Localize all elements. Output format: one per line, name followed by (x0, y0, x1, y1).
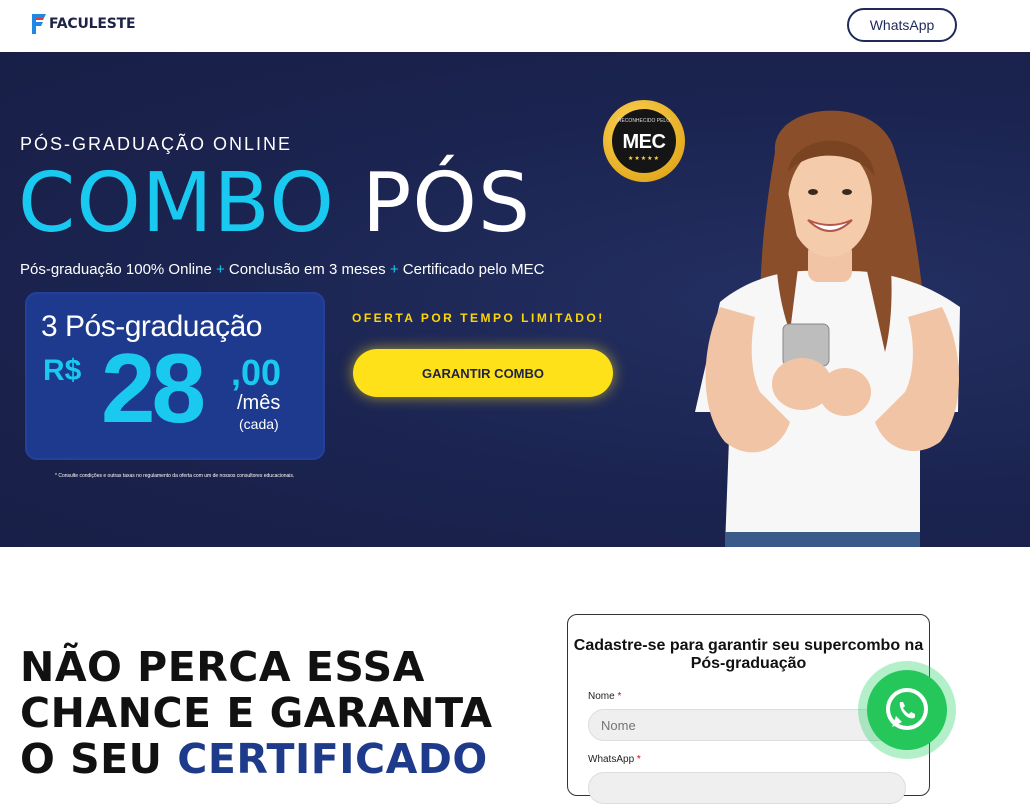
hero-headline: COMBO PÓS (18, 154, 531, 254)
mec-badge-text: MEC (622, 131, 666, 153)
form-title: Cadastre-se para garantir seu supercombo… (573, 637, 924, 672)
top-header: FACULESTE WhatsApp (0, 0, 1030, 52)
whatsapp-icon (886, 688, 928, 730)
price-integer: 28 (101, 333, 206, 443)
garantir-combo-button[interactable]: GARANTIR COMBO (353, 349, 613, 397)
whatsapp-label: WhatsApp * (588, 754, 641, 765)
whatsapp-float-button[interactable] (858, 661, 956, 759)
offer-label: OFERTA POR TEMPO LIMITADO! (352, 311, 605, 325)
whatsapp-input[interactable] (588, 772, 906, 804)
headline-combo: COMBO (18, 156, 335, 251)
mec-stars: ★★★★★ (628, 156, 660, 162)
logo-text: FACULESTE (49, 16, 136, 32)
price-currency: R$ (43, 354, 82, 387)
name-label: Nome * (588, 691, 622, 702)
site-logo[interactable]: FACULESTE (32, 14, 136, 34)
price-each: (cada) (239, 416, 279, 432)
hero-subtitle: Pós-graduação 100% Online + Conclusão em… (20, 261, 545, 278)
hero-banner: PÓS-GRADUAÇÃO ONLINE COMBO PÓS Pós-gradu… (0, 52, 1030, 547)
price-decimal: ,00 (231, 352, 282, 393)
section-heading: NÃO PERCA ESSA CHANCE E GARANTA O SEU CE… (20, 643, 493, 783)
mec-badge: RECONHECIDO PELO MEC ★★★★★ (603, 100, 685, 182)
price-card: 3 Pós-graduação R$ 28 ,00 /mês (cada) (25, 292, 325, 460)
headline-pos: PÓS (361, 156, 532, 251)
mec-badge-small-text: RECONHECIDO PELO (617, 118, 671, 124)
hero-eyebrow: PÓS-GRADUAÇÃO ONLINE (20, 134, 293, 154)
student-photo (695, 110, 960, 547)
price-period: /mês (237, 392, 281, 414)
whatsapp-header-button[interactable]: WhatsApp (847, 8, 957, 42)
faculeste-logo-icon (32, 14, 46, 34)
price-disclaimer: * Consulte condições e outras taxas no r… (55, 473, 295, 479)
